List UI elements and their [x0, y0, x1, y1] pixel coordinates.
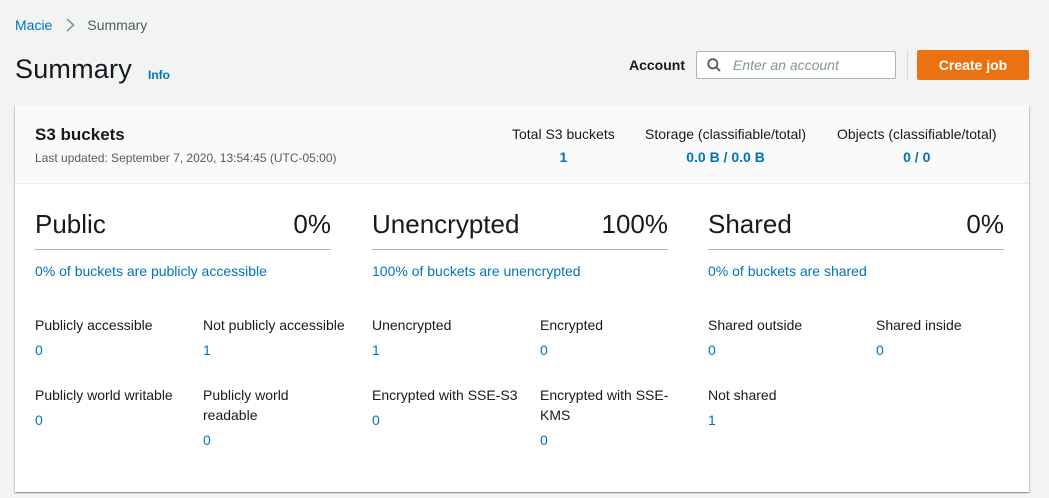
metric-value[interactable]: 0: [203, 430, 333, 450]
section-header: Shared 0%: [708, 209, 1004, 250]
total-buckets-stat: Total S3 buckets 1: [512, 126, 615, 165]
metric-cell: Shared inside 0: [876, 315, 1026, 360]
section-header: Public 0%: [35, 209, 331, 250]
metric-label: Shared outside: [708, 317, 803, 333]
section-title: Public: [35, 209, 106, 239]
metric-cell: Shared outside 0: [708, 315, 858, 360]
create-job-button[interactable]: Create job: [917, 50, 1029, 80]
search-icon: [707, 58, 721, 72]
public-section: Public 0% 0% of buckets are publicly acc…: [35, 209, 345, 448]
metric-cell: Unencrypted 1: [372, 315, 522, 360]
metric-label: Encrypted with SSE-KMS: [540, 387, 669, 423]
metric-cell: Not publicly accessible 1: [203, 315, 353, 360]
breadcrumb-current: Summary: [87, 17, 148, 33]
panel-header: S3 buckets Last updated: September 7, 20…: [15, 105, 1029, 184]
metric-cell: Encrypted with SSE-KMS 0: [540, 385, 675, 450]
stat-value[interactable]: 0.0 B / 0.0 B: [645, 149, 806, 165]
stat-value[interactable]: 1: [512, 149, 615, 165]
metric-cell: Not shared 1: [708, 385, 858, 430]
shared-section: Shared 0% 0% of buckets are shared Share…: [708, 209, 1004, 428]
section-percent: 0%: [966, 209, 1004, 239]
metric-label: Publicly world writable: [35, 387, 173, 403]
metric-label: Unencrypted: [372, 317, 452, 333]
metric-label: Publicly world readable: [203, 387, 289, 423]
metric-cell: Publicly world readable 0: [203, 385, 333, 450]
metric-value[interactable]: 0: [540, 340, 690, 360]
storage-stat: Storage (classifiable/total) 0.0 B / 0.0…: [645, 126, 806, 165]
metric-label: Encrypted: [540, 317, 604, 333]
account-search-box[interactable]: [696, 51, 896, 79]
metric-label: Encrypted with SSE-S3: [372, 387, 518, 403]
objects-stat: Objects (classifiable/total) 0 / 0: [837, 126, 997, 165]
breadcrumb-macie-link[interactable]: Macie: [15, 17, 52, 33]
stat-label: Total S3 buckets: [512, 126, 615, 142]
metric-value[interactable]: 0: [35, 340, 185, 360]
account-search-input[interactable]: [733, 57, 893, 73]
metric-label: Not publicly accessible: [203, 317, 345, 333]
metric-label: Shared inside: [876, 317, 962, 333]
metric-label: Not shared: [708, 387, 777, 403]
metric-cell: Publicly world writable 0: [35, 385, 185, 430]
metric-value[interactable]: 0: [876, 340, 1026, 360]
toolbar-divider: [907, 50, 908, 80]
last-updated: Last updated: September 7, 2020, 13:54:4…: [35, 151, 337, 165]
metric-value[interactable]: 0: [540, 430, 675, 450]
page-title: Summary: [15, 54, 132, 84]
section-percent: 0%: [293, 209, 331, 239]
section-title: Shared: [708, 209, 792, 239]
metric-cell: Encrypted 0: [540, 315, 690, 360]
metric-cell: Encrypted with SSE-S3 0: [372, 385, 522, 430]
metric-value[interactable]: 0: [372, 410, 522, 430]
metric-value[interactable]: 0: [35, 410, 185, 430]
section-header: Unencrypted 100%: [372, 209, 668, 250]
unencrypted-section: Unencrypted 100% 100% of buckets are une…: [372, 209, 668, 448]
section-link[interactable]: 0% of buckets are shared: [708, 263, 1004, 279]
metric-label: Publicly accessible: [35, 317, 153, 333]
metric-value[interactable]: 0: [708, 340, 858, 360]
s3-buckets-panel: S3 buckets Last updated: September 7, 20…: [15, 105, 1029, 492]
metric-value[interactable]: 1: [708, 410, 858, 430]
account-label: Account: [629, 57, 685, 73]
section-link[interactable]: 0% of buckets are publicly accessible: [35, 263, 331, 279]
section-percent: 100%: [601, 209, 669, 239]
section-title: Unencrypted: [372, 209, 520, 239]
metric-value[interactable]: 1: [372, 340, 522, 360]
info-link[interactable]: Info: [148, 68, 170, 82]
stat-value[interactable]: 0 / 0: [837, 149, 997, 165]
panel-title: S3 buckets: [35, 125, 125, 144]
chevron-right-icon: [66, 18, 76, 32]
breadcrumb: Macie Summary: [15, 17, 147, 33]
stat-label: Storage (classifiable/total): [645, 126, 807, 142]
metric-cell: Publicly accessible 0: [35, 315, 185, 360]
stat-label: Objects (classifiable/total): [837, 126, 997, 142]
metric-value[interactable]: 1: [203, 340, 353, 360]
section-link[interactable]: 100% of buckets are unencrypted: [372, 263, 668, 279]
